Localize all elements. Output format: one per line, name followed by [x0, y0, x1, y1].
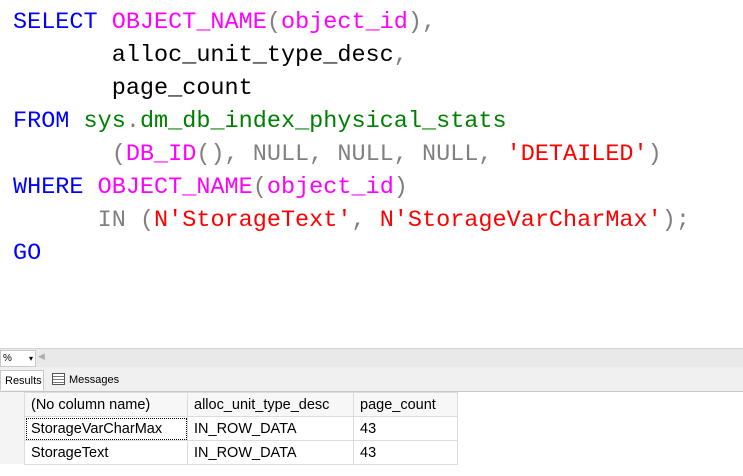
code-line: alloc_unit_type_desc,: [13, 39, 690, 72]
code-line: (DB_ID(), NULL, NULL, NULL, 'DETAILED'): [13, 138, 690, 171]
code-token: object_id: [280, 9, 408, 36]
code-token: (), NULL, NULL, NULL,: [196, 141, 507, 168]
query-editor[interactable]: SELECT OBJECT_NAME(object_id), alloc_uni…: [0, 0, 743, 348]
code-token: FROM: [13, 108, 84, 135]
code-token: (: [13, 141, 126, 168]
chevron-down-icon[interactable]: ▾: [29, 351, 33, 366]
code-token: WHERE: [13, 174, 98, 201]
scroll-left-icon[interactable]: ◀: [38, 351, 45, 362]
code-line: WHERE OBJECT_NAME(object_id): [13, 171, 690, 204]
header-row: (No column name) alloc_unit_type_desc pa…: [24, 392, 458, 417]
column-header[interactable]: alloc_unit_type_desc: [187, 392, 354, 417]
code-token: DB_ID: [125, 141, 197, 168]
code-token: object_id: [266, 174, 394, 201]
code-token: ),: [407, 9, 437, 36]
table-cell[interactable]: IN_ROW_DATA: [187, 416, 354, 441]
table-cell[interactable]: 43: [353, 416, 458, 441]
code-token: ,: [351, 207, 380, 234]
table-row[interactable]: StorageText IN_ROW_DATA 43: [24, 440, 458, 465]
code-token: ): [393, 174, 408, 201]
code-line: IN (N'StorageText', N'StorageVarCharMax'…: [13, 204, 690, 237]
code-token: GO: [13, 240, 42, 267]
code-token: N'StorageVarCharMax': [379, 207, 662, 234]
tab-messages[interactable]: Messages: [50, 370, 126, 390]
code-token: ,: [393, 42, 408, 69]
table-cell[interactable]: IN_ROW_DATA: [187, 440, 354, 465]
results-table[interactable]: (No column name) alloc_unit_type_desc pa…: [24, 392, 458, 465]
code-token: page_count: [13, 75, 253, 102]
code-token: IN (: [13, 207, 155, 234]
zoom-bar: % ▾ ◀: [0, 348, 743, 367]
code-token: SELECT: [13, 9, 112, 36]
code-line: page_count: [13, 72, 690, 105]
code-token: OBJECT_NAME: [97, 174, 253, 201]
code-token: );: [661, 207, 690, 234]
column-header[interactable]: (No column name): [24, 392, 188, 417]
table-cell[interactable]: 43: [353, 440, 458, 465]
column-header[interactable]: page_count: [353, 392, 458, 417]
sql-code[interactable]: SELECT OBJECT_NAME(object_id), alloc_uni…: [13, 6, 690, 270]
code-token: (: [252, 174, 267, 201]
table-cell[interactable]: StorageVarCharMax: [24, 416, 188, 441]
tab-results[interactable]: Results: [0, 370, 44, 390]
code-token: 'DETAILED': [506, 141, 648, 168]
code-token: dm_db_index_physical_stats: [139, 108, 507, 135]
zoom-select[interactable]: % ▾: [0, 350, 36, 367]
results-grid[interactable]: (No column name) alloc_unit_type_desc pa…: [0, 392, 743, 476]
code-line: FROM sys.dm_db_index_physical_stats: [13, 105, 690, 138]
code-token: alloc_unit_type_desc: [13, 42, 394, 69]
code-line: GO: [13, 237, 690, 270]
table-row[interactable]: StorageVarCharMax IN_ROW_DATA 43: [24, 416, 458, 441]
code-token: sys: [83, 108, 126, 135]
code-token: ): [647, 141, 662, 168]
code-token: OBJECT_NAME: [111, 9, 267, 36]
row-header-column[interactable]: [0, 392, 24, 464]
code-token: .: [125, 108, 140, 135]
messages-icon: [52, 373, 65, 385]
table-cell[interactable]: StorageText: [24, 440, 188, 465]
results-tabs: Results Messages: [0, 367, 743, 392]
tab-messages-label: Messages: [69, 374, 120, 386]
tab-results-label: Results: [5, 375, 42, 387]
code-token: (: [266, 9, 281, 36]
zoom-value: %: [3, 353, 12, 364]
code-token: N'StorageText': [154, 207, 352, 234]
code-line: SELECT OBJECT_NAME(object_id),: [13, 6, 690, 39]
